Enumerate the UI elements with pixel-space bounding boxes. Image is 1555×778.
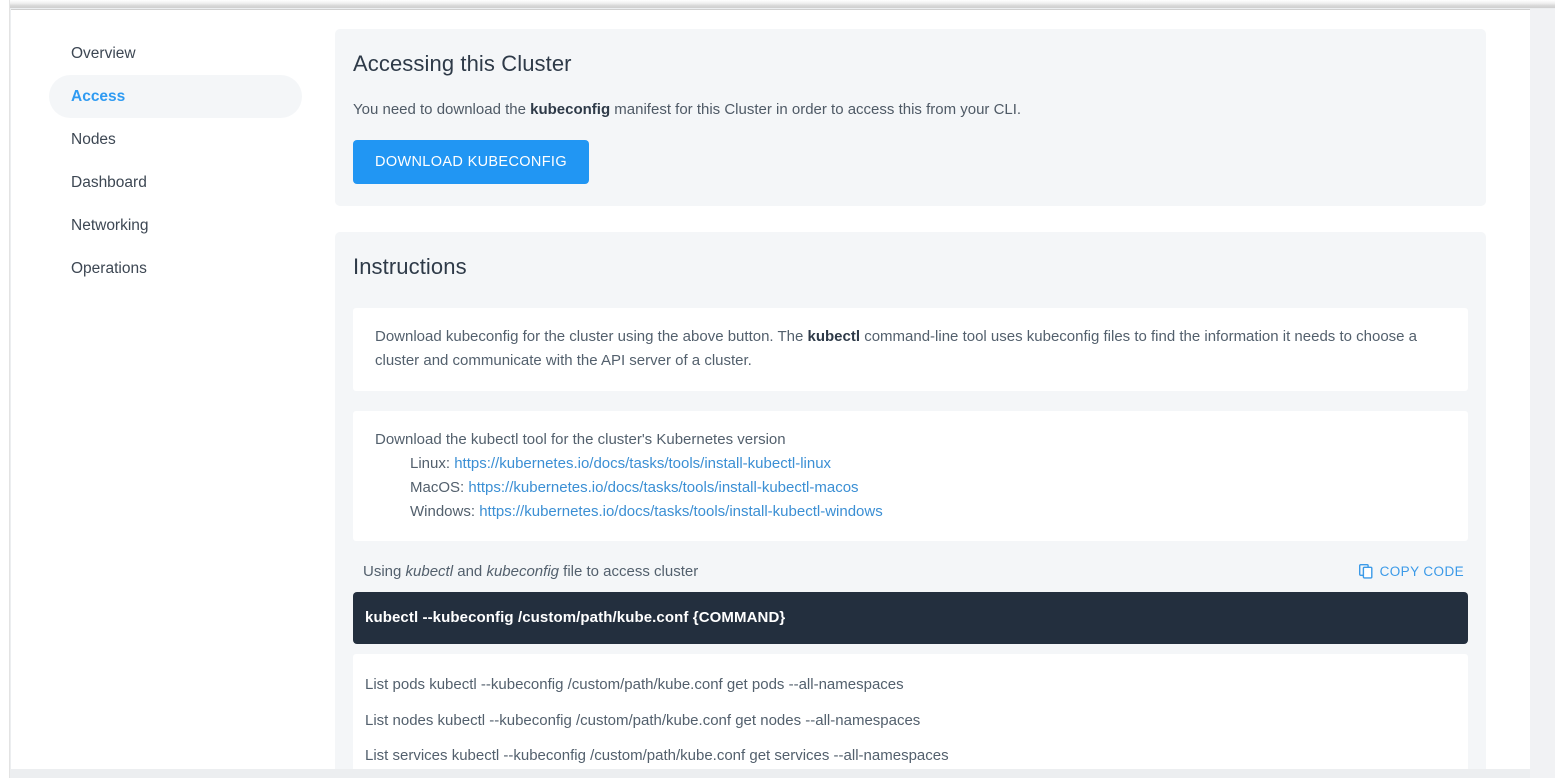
install-link-linux[interactable]: https://kubernetes.io/docs/tasks/tools/i…	[454, 455, 831, 472]
instruction-text-part1: Download kubeconfig for the cluster usin…	[375, 328, 808, 345]
code-caption-part1: Using	[363, 563, 406, 580]
sidebar-item-label: Networking	[71, 217, 149, 234]
sidebar: Overview Access Nodes Dashboard Networki…	[11, 10, 324, 290]
sidebar-nav-list: Overview Access Nodes Dashboard Networki…	[11, 32, 324, 290]
access-description: You need to download the kubeconfig mani…	[353, 99, 1468, 120]
page-title: Accessing this Cluster	[353, 51, 1468, 77]
instructions-card: Instructions Download kubeconfig for the…	[335, 232, 1486, 769]
access-description-part2: manifest for this Cluster in order to ac…	[610, 101, 1021, 118]
page-background-right	[1530, 9, 1555, 778]
install-link-windows[interactable]: https://kubernetes.io/docs/tasks/tools/i…	[479, 503, 883, 520]
example-command-row: List nodes kubectl --kubeconfig /custom/…	[365, 703, 1446, 739]
copy-code-label: COPY CODE	[1380, 564, 1464, 579]
window-left-gutter	[0, 0, 10, 778]
code-caption-em-kubectl: kubectl	[406, 563, 454, 580]
accessing-cluster-card: Accessing this Cluster You need to downl…	[335, 29, 1486, 206]
sidebar-item-label: Dashboard	[71, 174, 147, 191]
download-tool-heading: Download the kubectl tool for the cluste…	[375, 428, 1446, 452]
sidebar-item-operations[interactable]: Operations	[49, 247, 302, 290]
sidebar-item-label: Overview	[71, 45, 136, 62]
code-caption-em-kubeconfig: kubeconfig	[486, 563, 559, 580]
os-link-list: Linux: https://kubernetes.io/docs/tasks/…	[375, 452, 1446, 523]
code-section: Using kubectl and kubeconfig file to acc…	[353, 563, 1468, 769]
code-caption-part2: and	[453, 563, 486, 580]
example-command-row: List services kubectl --kubeconfig /cust…	[365, 738, 1446, 769]
instruction-block-downloads: Download the kubectl tool for the cluste…	[353, 411, 1468, 542]
os-label-windows: Windows:	[410, 503, 475, 520]
main-content: Accessing this Cluster You need to downl…	[324, 10, 1530, 769]
install-link-macos[interactable]: https://kubernetes.io/docs/tasks/tools/i…	[468, 479, 858, 496]
sidebar-item-overview[interactable]: Overview	[49, 32, 302, 75]
copy-code-button[interactable]: COPY CODE	[1359, 564, 1466, 579]
sidebar-item-access[interactable]: Access	[49, 75, 302, 118]
copy-icon	[1359, 564, 1373, 579]
code-caption-part3: file to access cluster	[559, 563, 698, 580]
sidebar-item-label: Nodes	[71, 131, 116, 148]
instruction-block-kubectl-intro: Download kubeconfig for the cluster usin…	[353, 308, 1468, 390]
sidebar-item-label: Operations	[71, 260, 147, 277]
os-label-macos: MacOS:	[410, 479, 464, 496]
os-label-linux: Linux:	[410, 455, 450, 472]
access-description-bold: kubeconfig	[530, 101, 610, 118]
sidebar-item-nodes[interactable]: Nodes	[49, 118, 302, 161]
download-kubeconfig-button[interactable]: DOWNLOAD KUBECONFIG	[353, 140, 589, 184]
example-commands-list: List pods kubectl --kubeconfig /custom/p…	[353, 654, 1468, 769]
window-top-strip	[0, 0, 1555, 8]
code-caption: Using kubectl and kubeconfig file to acc…	[363, 563, 698, 580]
content-panel: Overview Access Nodes Dashboard Networki…	[11, 9, 1530, 769]
os-line-macos: MacOS: https://kubernetes.io/docs/tasks/…	[375, 476, 1446, 500]
page-layout: Overview Access Nodes Dashboard Networki…	[11, 10, 1530, 769]
access-description-part1: You need to download the	[353, 101, 530, 118]
os-line-windows: Windows: https://kubernetes.io/docs/task…	[375, 500, 1446, 524]
code-section-header: Using kubectl and kubeconfig file to acc…	[353, 563, 1468, 580]
instruction-text-bold: kubectl	[808, 328, 861, 345]
command-code-block[interactable]: kubectl --kubeconfig /custom/path/kube.c…	[353, 592, 1468, 644]
sidebar-item-dashboard[interactable]: Dashboard	[49, 161, 302, 204]
instructions-title: Instructions	[353, 254, 1468, 280]
sidebar-item-label: Access	[71, 88, 125, 105]
os-line-linux: Linux: https://kubernetes.io/docs/tasks/…	[375, 452, 1446, 476]
sidebar-item-networking[interactable]: Networking	[49, 204, 302, 247]
example-command-row: List pods kubectl --kubeconfig /custom/p…	[365, 667, 1446, 703]
